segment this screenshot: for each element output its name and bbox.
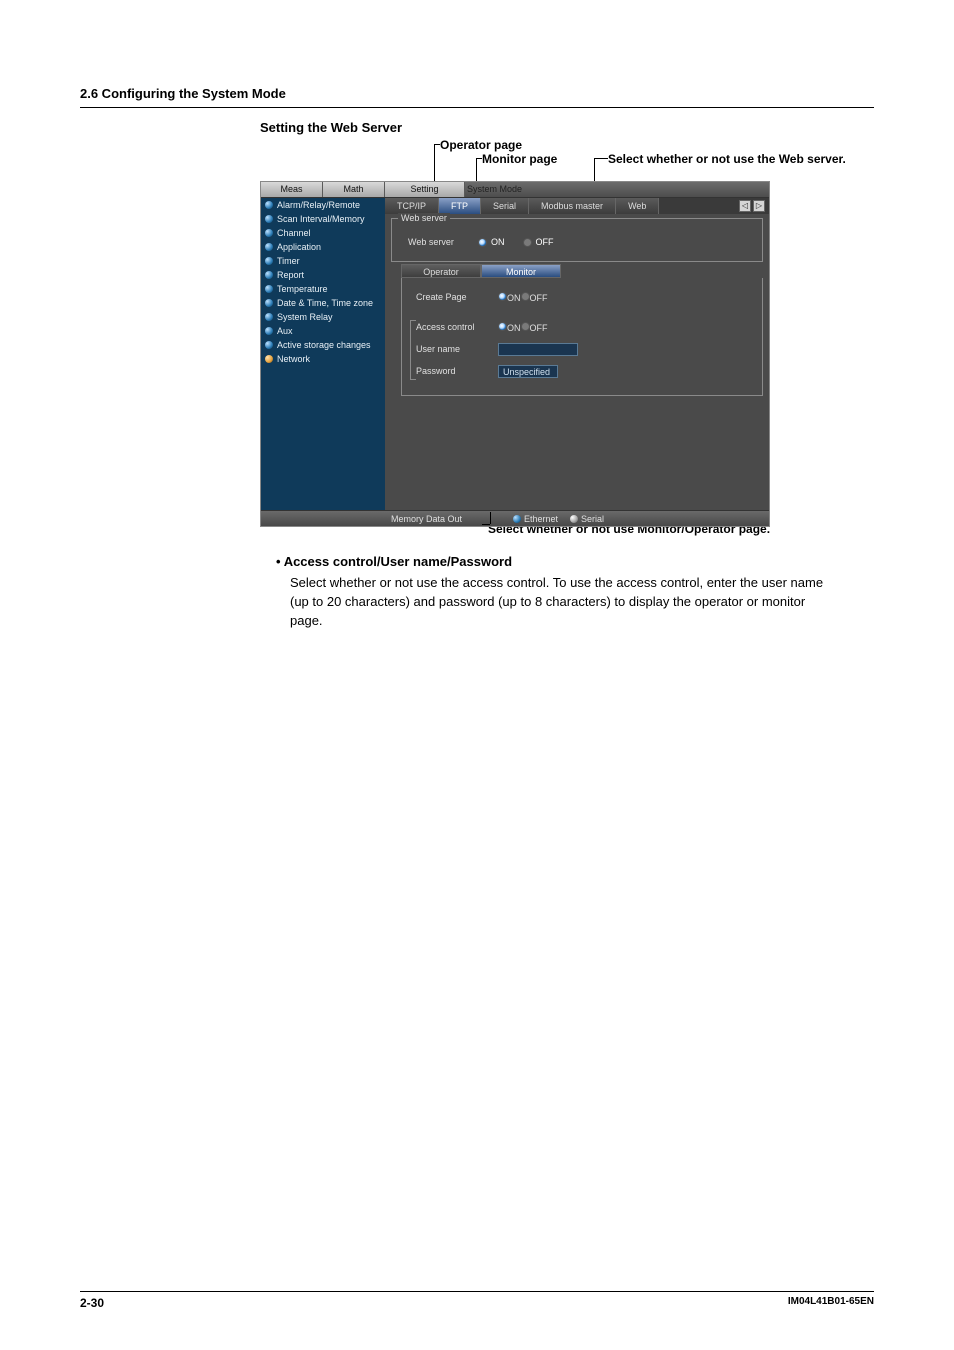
footer-memory-out: Memory Data Out <box>391 514 462 524</box>
radio-createpage-off[interactable]: OFF <box>521 292 548 303</box>
bullet-icon <box>265 313 273 321</box>
sidebar-item-label: Timer <box>277 256 300 266</box>
bullet-icon <box>265 355 273 363</box>
bullet-body: Select whether or not use the access con… <box>290 574 836 631</box>
sidebar-item-label: Application <box>277 242 321 252</box>
leader-line <box>490 512 491 524</box>
bullet-icon <box>265 285 273 293</box>
scroll-right-icon[interactable]: ▷ <box>753 200 765 212</box>
bullet-icon <box>265 229 273 237</box>
tab-meas[interactable]: Meas <box>261 182 323 197</box>
figure-title: Setting the Web Server <box>260 120 874 135</box>
page-number: 2-30 <box>80 1296 104 1310</box>
sidebar-item[interactable]: Aux <box>261 324 385 338</box>
sidebar-item[interactable]: System Relay <box>261 310 385 324</box>
group-page-settings: Create Page ON OFF Access control ON OFF… <box>401 278 763 396</box>
radio-icon <box>478 238 487 247</box>
sidebar-item-label: Scan Interval/Memory <box>277 214 365 224</box>
row-label-access: Access control <box>402 322 498 332</box>
sidebar-item[interactable]: Active storage changes <box>261 338 385 352</box>
radio-createpage-on[interactable]: ON <box>498 292 521 303</box>
tab-math[interactable]: Math <box>323 182 385 197</box>
radio-icon <box>523 238 532 247</box>
tab-modbus[interactable]: Modbus master <box>529 198 616 214</box>
bullet-heading: Access control/User name/Password <box>276 553 836 572</box>
bullet-icon <box>265 201 273 209</box>
subtab-operator[interactable]: Operator <box>401 264 481 278</box>
sidebar-item[interactable]: Scan Interval/Memory <box>261 212 385 226</box>
tab-web[interactable]: Web <box>616 198 659 214</box>
sidebar-item-label: Aux <box>277 326 293 336</box>
username-field[interactable] <box>498 343 578 356</box>
sidebar-item-label: Network <box>277 354 310 364</box>
sidebar-item[interactable]: Report <box>261 268 385 282</box>
sidebar-item[interactable]: Temperature <box>261 282 385 296</box>
radio-webserver-off[interactable]: OFF <box>523 237 554 247</box>
subtab-row: Operator Monitor <box>401 264 561 278</box>
document-id: IM04L41B01-65EN <box>788 1296 874 1310</box>
annotation-operator-page: Operator page <box>440 138 522 152</box>
annotation-select-webserver: Select whether or not use the Web server… <box>608 152 846 166</box>
sidebar-item-label: Temperature <box>277 284 328 294</box>
page-footer: 2-30 IM04L41B01-65EN <box>80 1291 874 1310</box>
leader-line <box>482 524 490 525</box>
sidebar-item-label: Channel <box>277 228 311 238</box>
annotation-monitor-page: Monitor page <box>482 152 557 166</box>
bullet-icon <box>265 215 273 223</box>
footer-serial: Serial <box>581 514 604 524</box>
section-header: 2.6 Configuring the System Mode <box>80 86 874 108</box>
serial-icon <box>570 515 578 523</box>
tab-ftp[interactable]: FTP <box>439 198 481 214</box>
sidebar-item[interactable]: Timer <box>261 254 385 268</box>
password-field[interactable]: Unspecified <box>498 365 558 378</box>
ethernet-icon <box>513 515 521 523</box>
radio-access-off[interactable]: OFF <box>521 322 548 333</box>
settings-panel: Web server Web server ON OFF Operator Mo… <box>385 214 769 510</box>
row-label-password: Password <box>402 366 498 376</box>
tab-serial[interactable]: Serial <box>481 198 529 214</box>
status-bar: Memory Data Out Ethernet Serial <box>261 510 769 526</box>
bullet-icon <box>265 257 273 265</box>
bullet-icon <box>265 341 273 349</box>
sidebar-item[interactable]: Date & Time, Time zone <box>261 296 385 310</box>
radio-webserver-on[interactable]: ON <box>478 237 505 247</box>
sidebar-item-label: Alarm/Relay/Remote <box>277 200 360 210</box>
scroll-left-icon[interactable]: ◁ <box>739 200 751 212</box>
bullet-icon <box>265 299 273 307</box>
row-label-username: User name <box>402 344 498 354</box>
sidebar-item[interactable]: Alarm/Relay/Remote <box>261 198 385 212</box>
radio-access-on[interactable]: ON <box>498 322 521 333</box>
sidebar-item[interactable]: Application <box>261 240 385 254</box>
bullet-icon <box>265 271 273 279</box>
network-tabs: TCP/IP FTP Serial Modbus master Web ◁ ▷ <box>385 198 769 214</box>
sidebar-item-label: Active storage changes <box>277 340 371 350</box>
sidebar-item-label: System Relay <box>277 312 333 322</box>
sidebar-item-label: Report <box>277 270 304 280</box>
bullet-icon <box>265 243 273 251</box>
leader-line <box>594 158 608 159</box>
row-label-createpage: Create Page <box>402 292 498 302</box>
screenshot-window: Meas Math Setting System Mode Alarm/Rela… <box>260 181 770 527</box>
row-label-webserver: Web server <box>392 237 478 247</box>
radio-icon <box>521 292 530 301</box>
sidebar-item-label: Date & Time, Time zone <box>277 298 373 308</box>
mode-label: System Mode <box>467 182 522 197</box>
bullet-icon <box>265 327 273 335</box>
tab-tcpip[interactable]: TCP/IP <box>385 198 439 214</box>
subtab-monitor[interactable]: Monitor <box>481 264 561 278</box>
sidebar: Alarm/Relay/Remote Scan Interval/Memory … <box>261 198 385 510</box>
group-label: Web server <box>398 213 450 223</box>
radio-icon <box>521 322 530 331</box>
top-toolbar: Meas Math Setting System Mode <box>261 182 769 198</box>
sidebar-item-network[interactable]: Network <box>261 352 385 366</box>
group-webserver: Web server Web server ON OFF <box>391 218 763 262</box>
radio-icon <box>498 322 507 331</box>
footer-ethernet: Ethernet <box>524 514 558 524</box>
radio-icon <box>498 292 507 301</box>
tab-setting[interactable]: Setting <box>385 182 465 197</box>
sidebar-item[interactable]: Channel <box>261 226 385 240</box>
